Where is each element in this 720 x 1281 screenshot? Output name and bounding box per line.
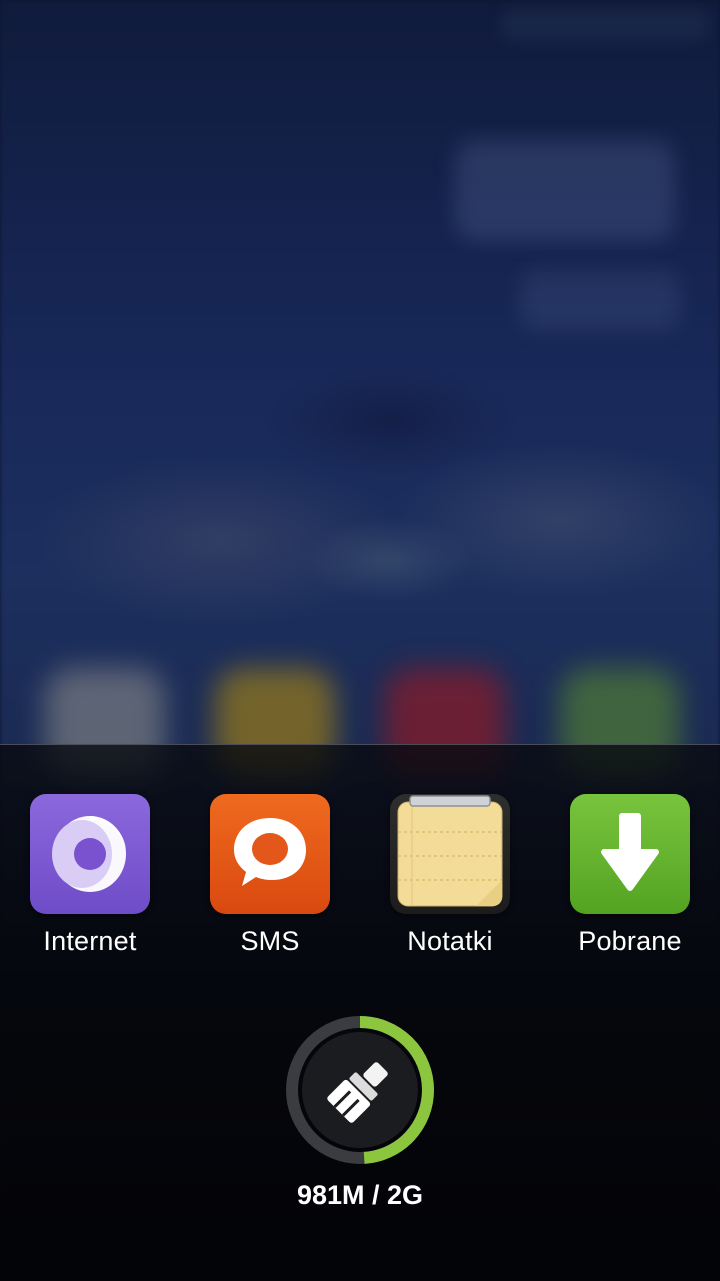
app-label: Pobrane: [578, 926, 682, 956]
app-sms[interactable]: SMS: [180, 794, 360, 964]
browser-icon: [30, 794, 150, 914]
memory-cleaner-button[interactable]: [284, 1014, 436, 1166]
app-label: Internet: [43, 926, 137, 956]
chat-bubble-icon: [210, 794, 330, 914]
blurred-clock-widget: [455, 140, 675, 240]
app-label: SMS: [240, 926, 300, 956]
blurred-date-widget: [520, 270, 680, 330]
notepad-icon: [390, 794, 510, 914]
app-notatki[interactable]: Notatki: [360, 794, 540, 964]
app-pobrane[interactable]: Pobrane: [540, 794, 720, 964]
download-arrow-icon: [570, 794, 690, 914]
blurred-status-bar: [500, 10, 710, 40]
app-internet[interactable]: Internet: [0, 794, 180, 964]
app-label: Notatki: [407, 926, 493, 956]
memory-usage-text: 981M / 2G: [296, 1180, 424, 1210]
